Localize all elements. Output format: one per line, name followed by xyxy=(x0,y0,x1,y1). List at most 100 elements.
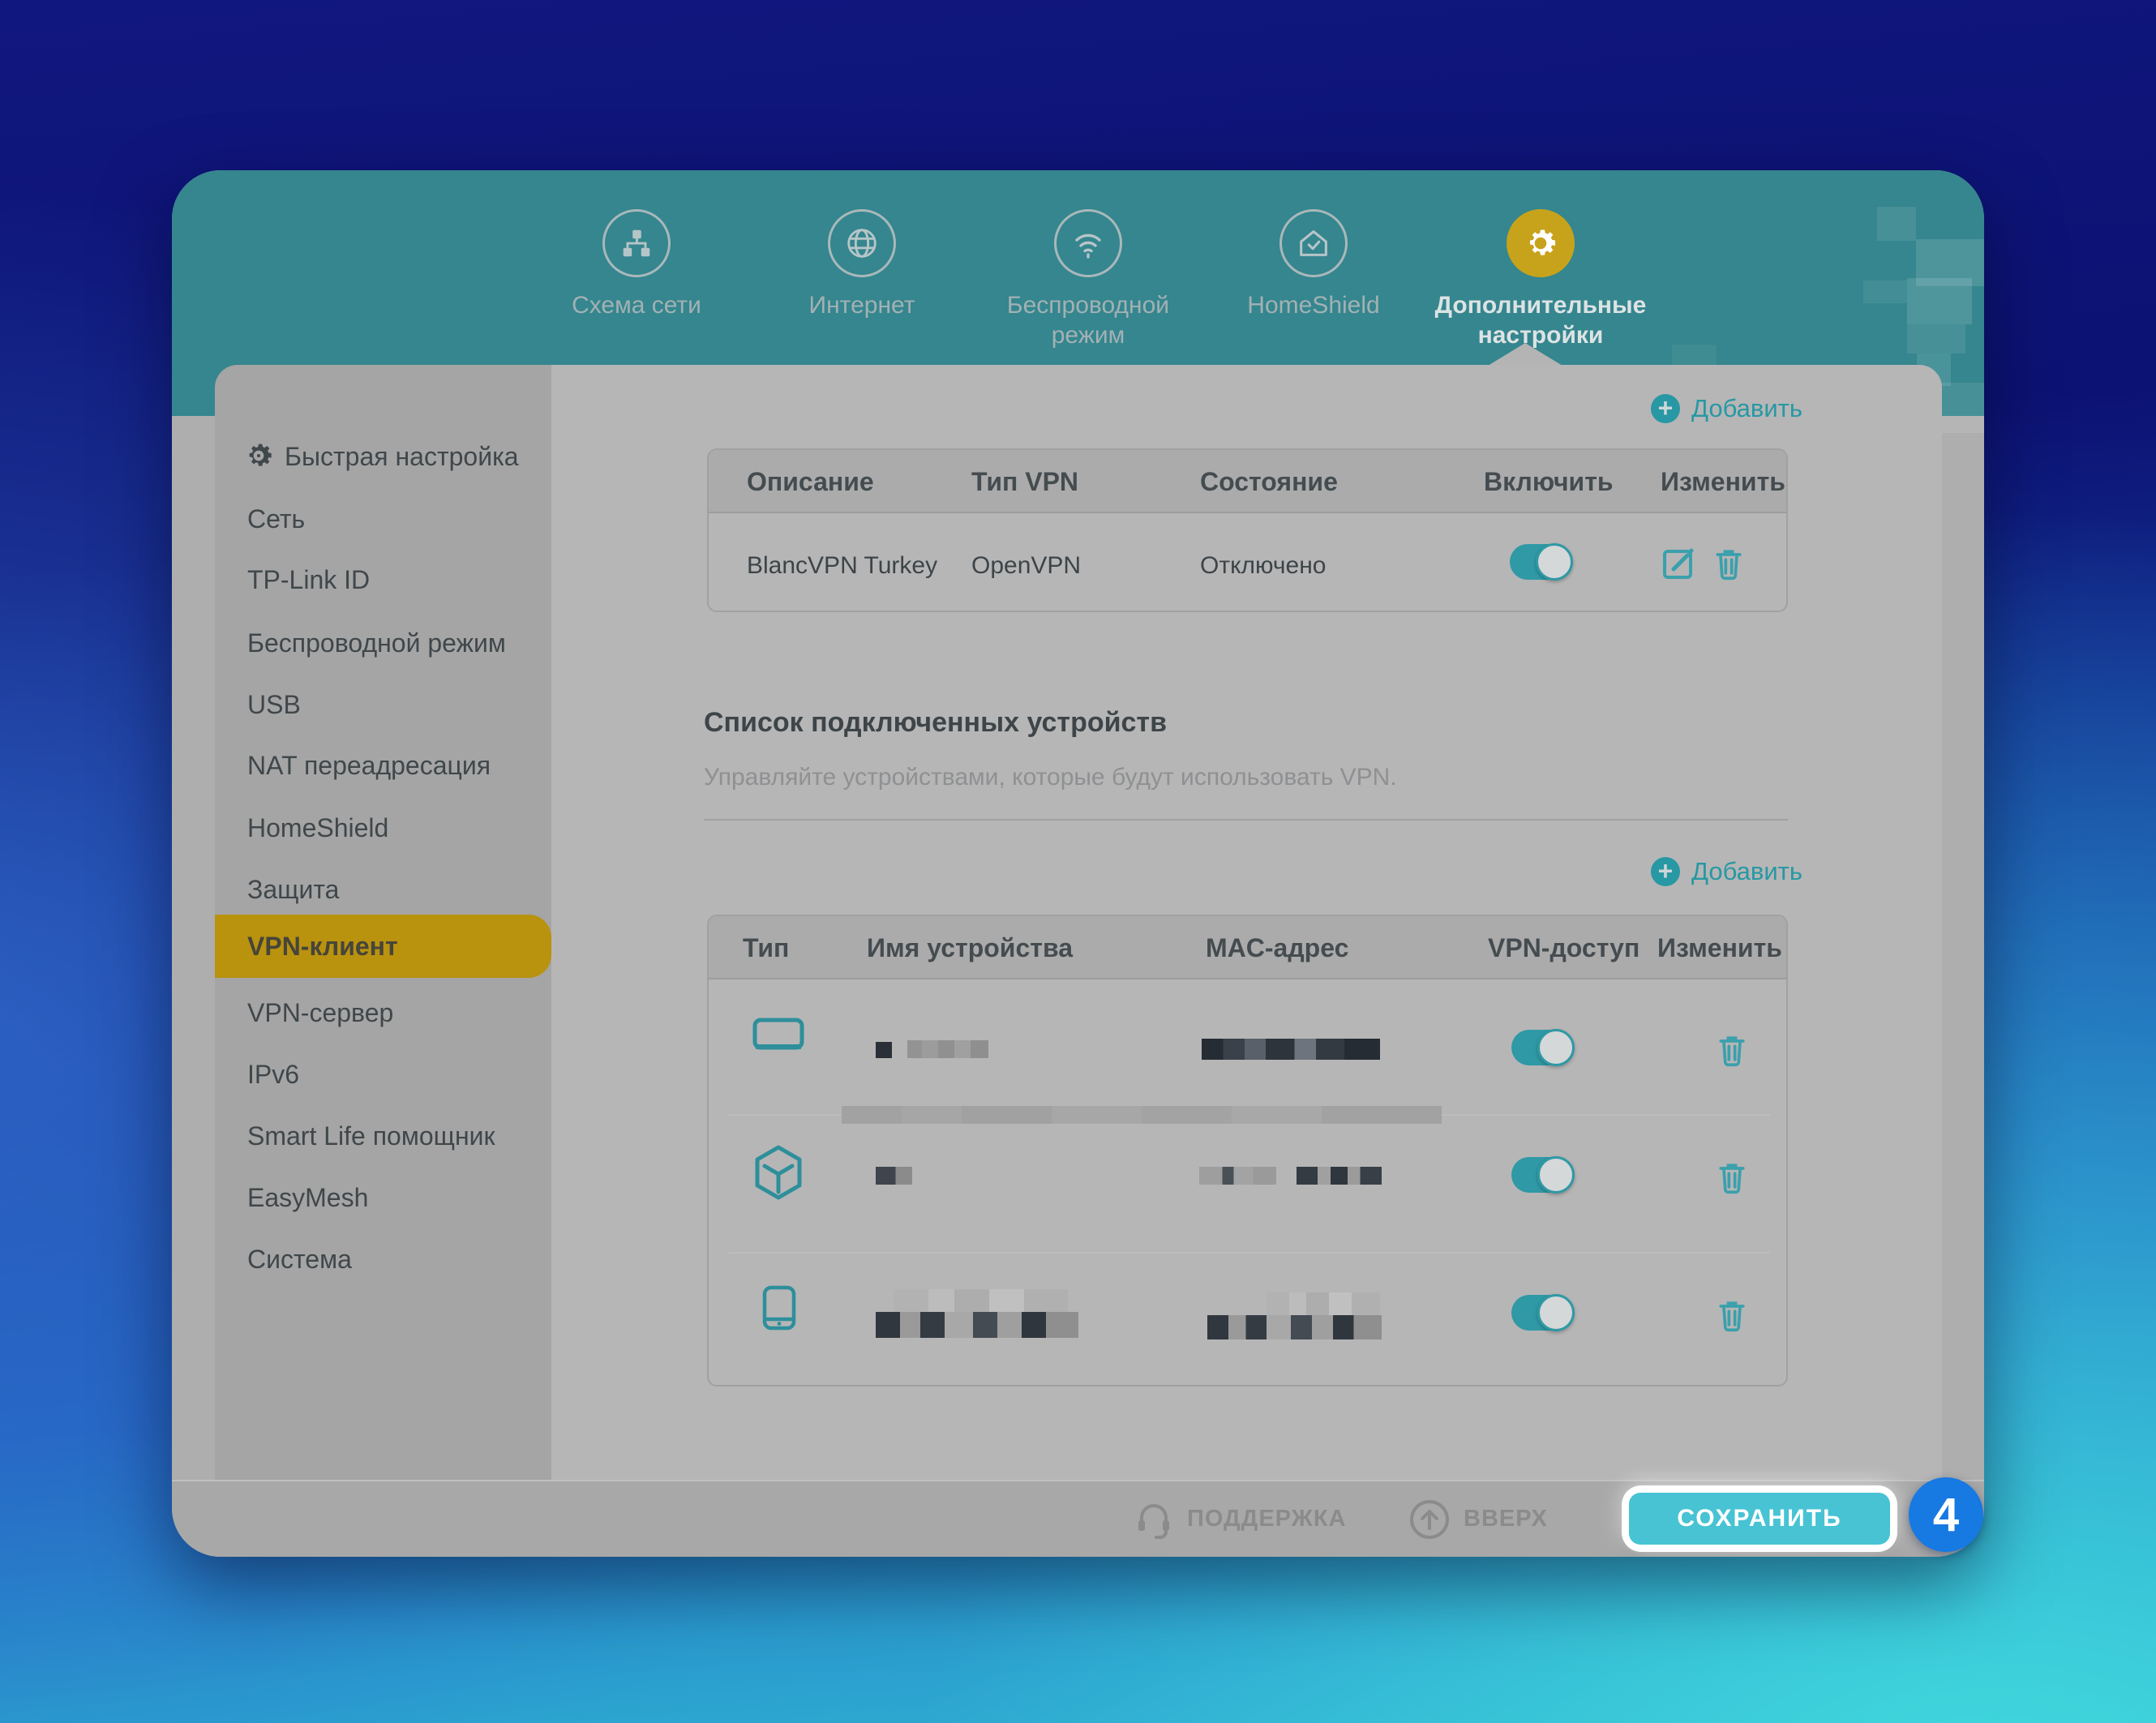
nav-network-map[interactable]: Схема сети xyxy=(523,209,750,320)
redacted-mac-address xyxy=(1202,1039,1380,1060)
nav-internet[interactable]: Интернет xyxy=(748,209,975,320)
decor-pixel xyxy=(1907,278,1972,324)
delete-icon[interactable] xyxy=(1714,1297,1750,1332)
sidebar-item-label: Smart Life помощник xyxy=(247,1117,495,1155)
add-device-label: Добавить xyxy=(1691,857,1802,886)
smartphone-icon xyxy=(761,1285,797,1331)
sidebar-item-wireless[interactable]: Беспроводной режим xyxy=(215,624,551,662)
sidebar-item-label: Быстрая настройка xyxy=(285,438,519,475)
vpn-access-toggle[interactable] xyxy=(1511,1295,1573,1331)
nav-wireless[interactable]: Беспроводной режим xyxy=(975,209,1202,350)
sidebar-item-label: Защита xyxy=(247,871,339,908)
vpn-table: Описание Тип VPN Состояние Включить Изме… xyxy=(707,448,1788,612)
plus-icon xyxy=(1651,394,1680,423)
col-vpn-access: VPN-доступ xyxy=(1488,916,1640,979)
sidebar-item-label: Система xyxy=(247,1241,352,1278)
redacted-device-name xyxy=(876,1167,912,1185)
toggle-knob xyxy=(1536,543,1573,581)
redacted-mac-address xyxy=(1207,1315,1382,1339)
vpn-enable-toggle[interactable] xyxy=(1510,544,1571,580)
sidebar-item-label: Сеть xyxy=(247,500,305,538)
router-admin-window: Схема сети Интернет Бесп xyxy=(172,170,1984,1557)
row-divider xyxy=(728,1252,1770,1254)
sidebar: Быстрая настройка Сеть TP-Link ID Беспро… xyxy=(215,365,551,1480)
devices-section-subtitle: Управляйте устройствами, которые будут и… xyxy=(704,764,1397,791)
nav-advanced-settings[interactable]: Дополнительные настройки xyxy=(1427,209,1654,350)
decor-pixel xyxy=(1907,324,1965,354)
delete-icon[interactable] xyxy=(1714,1031,1750,1067)
redacted-mac-address xyxy=(1297,1167,1382,1185)
add-device-button[interactable]: Добавить xyxy=(1651,857,1802,886)
redacted-device-name xyxy=(894,1289,1068,1312)
nav-label: Интернет xyxy=(748,290,975,320)
save-button-label: СОХРАНИТЬ xyxy=(1677,1505,1841,1532)
screen: Схема сети Интернет Бесп xyxy=(0,0,2156,1723)
decor-pixel xyxy=(1877,207,1916,241)
gear-outline-icon xyxy=(242,439,275,472)
sidebar-item-ipv6[interactable]: IPv6 xyxy=(215,1056,551,1093)
network-map-icon xyxy=(602,209,671,277)
sidebar-item-label: NAT переадресация xyxy=(247,747,491,784)
vpn-access-toggle[interactable] xyxy=(1511,1030,1573,1065)
devices-section-title: Список подключенных устройств xyxy=(704,707,1167,739)
col-edit: Изменить xyxy=(1657,916,1782,979)
vpn-description: BlancVPN Turkey xyxy=(747,552,937,580)
support-link[interactable]: ПОДДЕРЖКА xyxy=(1134,1481,1347,1557)
sidebar-item-quick-setup[interactable]: Быстрая настройка xyxy=(215,438,551,475)
sidebar-item-vpn-server[interactable]: VPN-сервер xyxy=(215,994,551,1031)
edit-icon[interactable] xyxy=(1661,545,1696,581)
step-number: 4 xyxy=(1933,1488,1959,1542)
delete-icon[interactable] xyxy=(1714,1159,1750,1194)
sidebar-item-label: Беспроводной режим xyxy=(247,624,506,662)
sidebar-item-label: VPN-клиент xyxy=(247,915,398,978)
devices-table-header: Тип Имя устройства MAC-адрес VPN-доступ … xyxy=(709,916,1786,979)
vpn-access-toggle[interactable] xyxy=(1511,1157,1573,1193)
step-badge: 4 xyxy=(1909,1477,1983,1552)
vpn-type: OpenVPN xyxy=(971,552,1081,580)
redacted-overlay-bar xyxy=(842,1106,1442,1124)
col-device-name: Имя устройства xyxy=(867,916,1073,979)
sidebar-item-smart-life[interactable]: Smart Life помощник xyxy=(215,1117,551,1155)
toggle-knob xyxy=(1537,1294,1575,1331)
save-button[interactable]: СОХРАНИТЬ xyxy=(1629,1493,1890,1545)
decor-pixel xyxy=(1863,281,1907,303)
section-divider xyxy=(704,819,1788,821)
support-label: ПОДДЕРЖКА xyxy=(1187,1506,1347,1532)
add-vpn-button[interactable]: Добавить xyxy=(1651,394,1802,423)
nav-label: Дополнительные настройки xyxy=(1427,290,1654,350)
sidebar-item-homeshield[interactable]: HomeShield xyxy=(215,809,551,846)
save-button-highlight: СОХРАНИТЬ xyxy=(1622,1485,1897,1552)
redacted-mac-address xyxy=(1267,1292,1380,1315)
sidebar-item-tplink-id[interactable]: TP-Link ID xyxy=(215,561,551,598)
nav-homeshield[interactable]: HomeShield xyxy=(1200,209,1427,320)
vpn-table-header: Описание Тип VPN Состояние Включить Изме… xyxy=(709,450,1786,513)
sidebar-item-system[interactable]: Система xyxy=(215,1241,551,1278)
sidebar-item-label: HomeShield xyxy=(247,809,388,846)
redacted-mac-address xyxy=(1199,1167,1276,1185)
redacted-device-name xyxy=(876,1312,1078,1338)
sidebar-item-vpn-client[interactable]: VPN-клиент xyxy=(215,915,551,978)
arrow-up-circle-icon xyxy=(1408,1498,1451,1541)
decor-pixel xyxy=(1940,383,1984,433)
redacted-device-name xyxy=(907,1040,988,1058)
plus-icon xyxy=(1651,857,1680,886)
sidebar-item-security[interactable]: Защита xyxy=(215,871,551,908)
sidebar-item-network[interactable]: Сеть xyxy=(215,500,551,538)
sidebar-item-nat[interactable]: NAT переадресация xyxy=(215,747,551,784)
col-enable: Включить xyxy=(1484,450,1614,513)
delete-icon[interactable] xyxy=(1711,545,1747,581)
toggle-knob xyxy=(1537,1156,1575,1194)
wifi-icon xyxy=(1054,209,1122,277)
col-mac: MAC-адрес xyxy=(1206,916,1348,979)
iot-device-icon xyxy=(753,1145,804,1200)
sidebar-item-label: IPv6 xyxy=(247,1056,299,1093)
add-vpn-label: Добавить xyxy=(1691,394,1802,423)
active-tab-caret xyxy=(1488,343,1562,366)
col-edit: Изменить xyxy=(1661,450,1785,513)
sidebar-item-easymesh[interactable]: EasyMesh xyxy=(215,1179,551,1216)
scroll-top-link[interactable]: ВВЕРХ xyxy=(1408,1481,1548,1557)
nav-label: HomeShield xyxy=(1200,290,1427,320)
sidebar-item-usb[interactable]: USB xyxy=(215,686,551,723)
headset-icon xyxy=(1134,1499,1174,1540)
sidebar-item-label: VPN-сервер xyxy=(247,994,393,1031)
